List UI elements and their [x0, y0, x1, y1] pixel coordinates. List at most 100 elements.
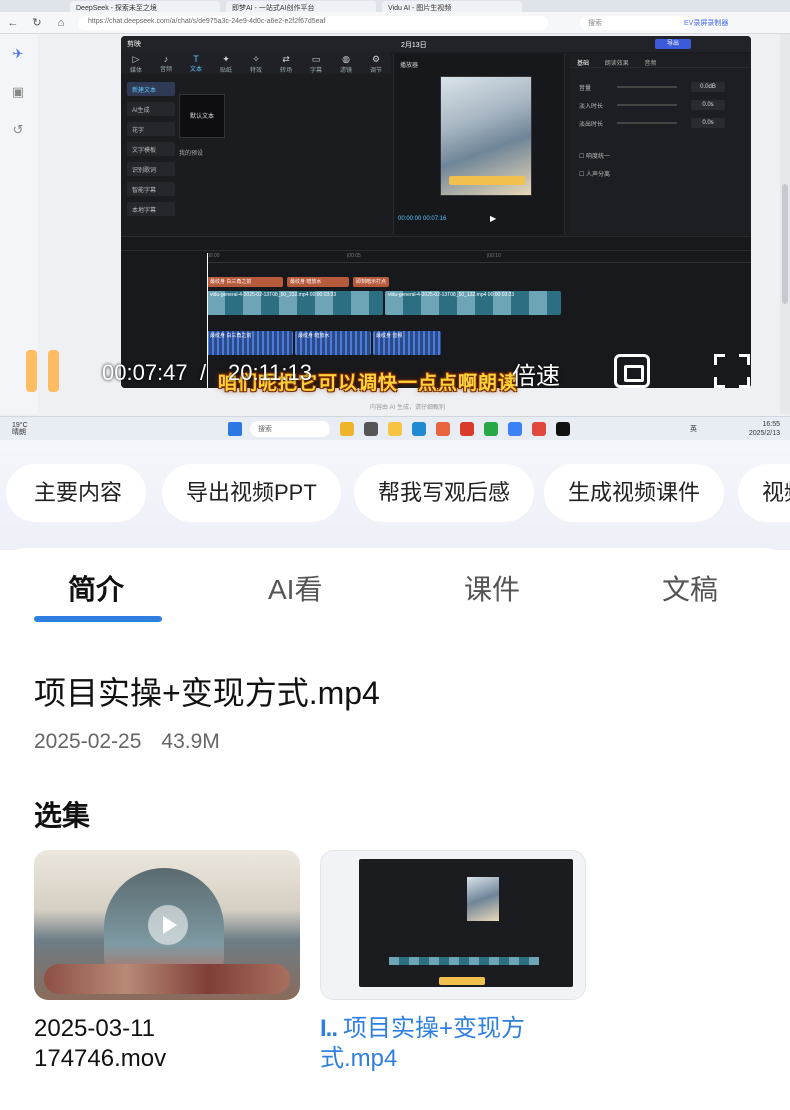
tool-label: 调节 — [369, 68, 382, 74]
editor-export-button[interactable]: 导出 — [655, 39, 691, 49]
taskbar-app-icon[interactable] — [340, 422, 354, 436]
home-icon[interactable]: ⌂ — [54, 16, 68, 30]
tab-transcript[interactable]: 文稿 — [662, 568, 718, 608]
tool-captions[interactable]: ▭ 字幕 — [301, 52, 331, 74]
taskbar-app-icon[interactable] — [436, 422, 450, 436]
volume-slider[interactable] — [617, 86, 677, 88]
chip-write-review[interactable]: 帮我写观后感 — [354, 464, 535, 522]
side-item-smart-captions[interactable]: 智能字幕 — [127, 182, 175, 196]
props-tab-audio[interactable]: 音频 — [644, 61, 656, 67]
tool-media[interactable]: ▷ 媒体 — [121, 52, 151, 74]
my-presets-label: 我的预设 — [179, 151, 204, 157]
side-item-ai-generate[interactable]: AI生成 — [127, 102, 175, 116]
playback-speed-button[interactable]: 倍速 — [512, 356, 560, 391]
fullscreen-icon[interactable] — [714, 354, 750, 388]
editor-project-title: 2月13日 — [401, 42, 427, 49]
volume-value[interactable]: 0.0dB — [691, 82, 725, 92]
chip-export-ppt[interactable]: 导出视频PPT — [162, 464, 341, 522]
video-editor-window: 剪映 2月13日 导出 ▷ 媒体 ♪ 音频 T 文本 ✦ 贴纸 ✧ 特效 ⇄ 转场 ▭ 字幕 … — [121, 36, 751, 388]
weather-widget[interactable]: 19°C 晴朗 — [12, 422, 28, 436]
episode-thumbnail[interactable] — [320, 850, 586, 1000]
video-clip[interactable]: vidu-general-4-2025-02-13T08_50_132.mp4 … — [385, 291, 561, 315]
tool-adjust[interactable]: ⚙ 调节 — [361, 52, 391, 74]
tool-sticker[interactable]: ✦ 贴纸 — [211, 52, 241, 74]
address-bar[interactable]: https://chat.deepseek.com/a/chat/s/de975… — [78, 16, 548, 30]
prop-loudness[interactable]: ☐ 响度统一 — [569, 146, 751, 164]
video-clip[interactable]: vidu-general-4-2025-02-13T08_50_232.mp4 … — [207, 291, 383, 315]
side-item-text-template[interactable]: 文字模板 — [127, 142, 175, 156]
text-clip[interactable]: 最纹身 白三角之前 — [207, 277, 283, 287]
video-player[interactable]: DeepSeek - 探索未至之境 即梦AI - 一站式AI创作平台 Vidu … — [0, 0, 790, 440]
tool-text[interactable]: T 文本 — [181, 52, 211, 74]
episode-item[interactable]: 2025-03-11 174746.mov — [34, 850, 300, 1074]
default-text-preset[interactable]: 默认文本 — [179, 94, 225, 138]
back-icon[interactable]: ← — [6, 16, 20, 30]
refresh-icon[interactable]: ↻ — [30, 16, 44, 30]
transition-icon: ⇄ — [282, 54, 290, 64]
properties-tabs: 基础 朗读效果 音频 — [569, 54, 751, 68]
episode-title-current: I.. 项目实操+变现方式.mp4 — [320, 1014, 586, 1074]
prop-label: 淡入时长 — [579, 104, 604, 110]
weather-desc: 晴朗 — [12, 429, 26, 436]
wps-icon[interactable] — [460, 422, 474, 436]
text-clip[interactable]: 即刻暗示打点 — [353, 277, 389, 287]
fade-in-slider[interactable] — [617, 104, 677, 106]
tool-audio[interactable]: ♪ 音频 — [151, 52, 181, 74]
capcut-icon[interactable] — [556, 422, 570, 436]
taskbar-search[interactable]: 搜索 — [250, 421, 330, 437]
sidebar-toggle-icon[interactable]: ▣ — [10, 84, 26, 100]
prop-fade-in: 淡入时长 0.0s — [569, 96, 751, 114]
taskbar-app-icon[interactable] — [484, 422, 498, 436]
checkbox-icon: ☐ — [579, 172, 587, 178]
chip-video[interactable]: 视频 — [738, 464, 790, 522]
filter-icon: ◍ — [342, 54, 350, 64]
tab-courseware[interactable]: 课件 — [464, 568, 520, 608]
taskbar-app-icon[interactable] — [364, 422, 378, 436]
windows-start-icon[interactable] — [228, 422, 242, 436]
side-item-lyrics[interactable]: 识别歌词 — [127, 162, 175, 176]
tool-effects[interactable]: ✧ 特效 — [241, 52, 271, 74]
edge-icon[interactable] — [412, 422, 426, 436]
deepseek-logo-icon[interactable]: ✈ — [10, 46, 26, 62]
preview-play-icon[interactable]: ▶ — [490, 214, 496, 223]
fade-in-value[interactable]: 0.0s — [691, 100, 725, 110]
chip-generate-courseware[interactable]: 生成视频课件 — [544, 464, 725, 522]
taskbar-clock[interactable]: 16:55 2025/2/13 — [749, 420, 780, 438]
side-item-new-text[interactable]: 新建文本 — [127, 82, 175, 96]
browser-tab-deepseek[interactable]: DeepSeek - 探索未至之境 — [70, 1, 220, 12]
props-tab-reading[interactable]: 朗读效果 — [605, 61, 629, 67]
new-chat-icon[interactable]: ↺ — [10, 122, 26, 138]
episode-thumbnail[interactable] — [34, 850, 300, 1000]
tool-filter[interactable]: ◍ 滤镜 — [331, 52, 361, 74]
fade-out-slider[interactable] — [617, 122, 677, 124]
tool-transition[interactable]: ⇄ 转场 — [271, 52, 301, 74]
props-tab-basic[interactable]: 基础 — [577, 61, 589, 67]
info-panel: 简介 AI看 课件 文稿 项目实操+变现方式.mp4 2025-02-25 43.… — [0, 548, 790, 1110]
tab-ai-watch[interactable]: AI看 — [268, 568, 322, 608]
taskbar-app-icon[interactable] — [532, 422, 546, 436]
side-item-local-captions[interactable]: 本地字幕 — [127, 202, 175, 216]
ime-indicator[interactable]: 英 — [690, 424, 697, 434]
scrollbar-thumb[interactable] — [782, 184, 788, 304]
preview-player[interactable]: 播放器 00:00:00 00:07:16 ▶ — [393, 54, 565, 234]
fade-out-value[interactable]: 0.0s — [691, 118, 725, 128]
browser-tab-jimeng[interactable]: 即梦AI - 一站式AI创作平台 — [226, 1, 376, 12]
prop-voice-separation[interactable]: ☐ 人声分离 — [569, 164, 751, 182]
episode-title-text: 项目实操+变现方式.mp4 — [320, 1015, 526, 1072]
picture-in-picture-icon[interactable] — [614, 354, 650, 388]
episode-item-current[interactable]: I.. 项目实操+变现方式.mp4 — [320, 850, 586, 1074]
tab-intro[interactable]: 简介 — [68, 568, 124, 608]
browser-search-input[interactable]: 搜索 — [580, 16, 690, 30]
side-item-fancy-text[interactable]: 花字 — [127, 122, 175, 136]
file-explorer-icon[interactable] — [388, 422, 402, 436]
properties-panel: 基础 朗读效果 音频 音量 0.0dB 淡入时长 0.0s 淡出时长 0.0s … — [569, 54, 751, 234]
browser-tab-vidu[interactable]: Vidu AI - 图片生视频 — [382, 1, 522, 12]
tool-label: 转场 — [279, 68, 292, 74]
recorder-extension-label: EV录屏录制器 — [684, 20, 729, 27]
play-icon[interactable] — [148, 905, 188, 945]
taskbar-app-icon[interactable] — [508, 422, 522, 436]
pause-icon[interactable] — [22, 350, 62, 392]
chip-main-content[interactable]: 主要内容 — [6, 464, 147, 522]
text-clip[interactable]: 最纹身 暗放水 — [287, 277, 349, 287]
ruler-tick: |00:10 — [487, 253, 501, 259]
